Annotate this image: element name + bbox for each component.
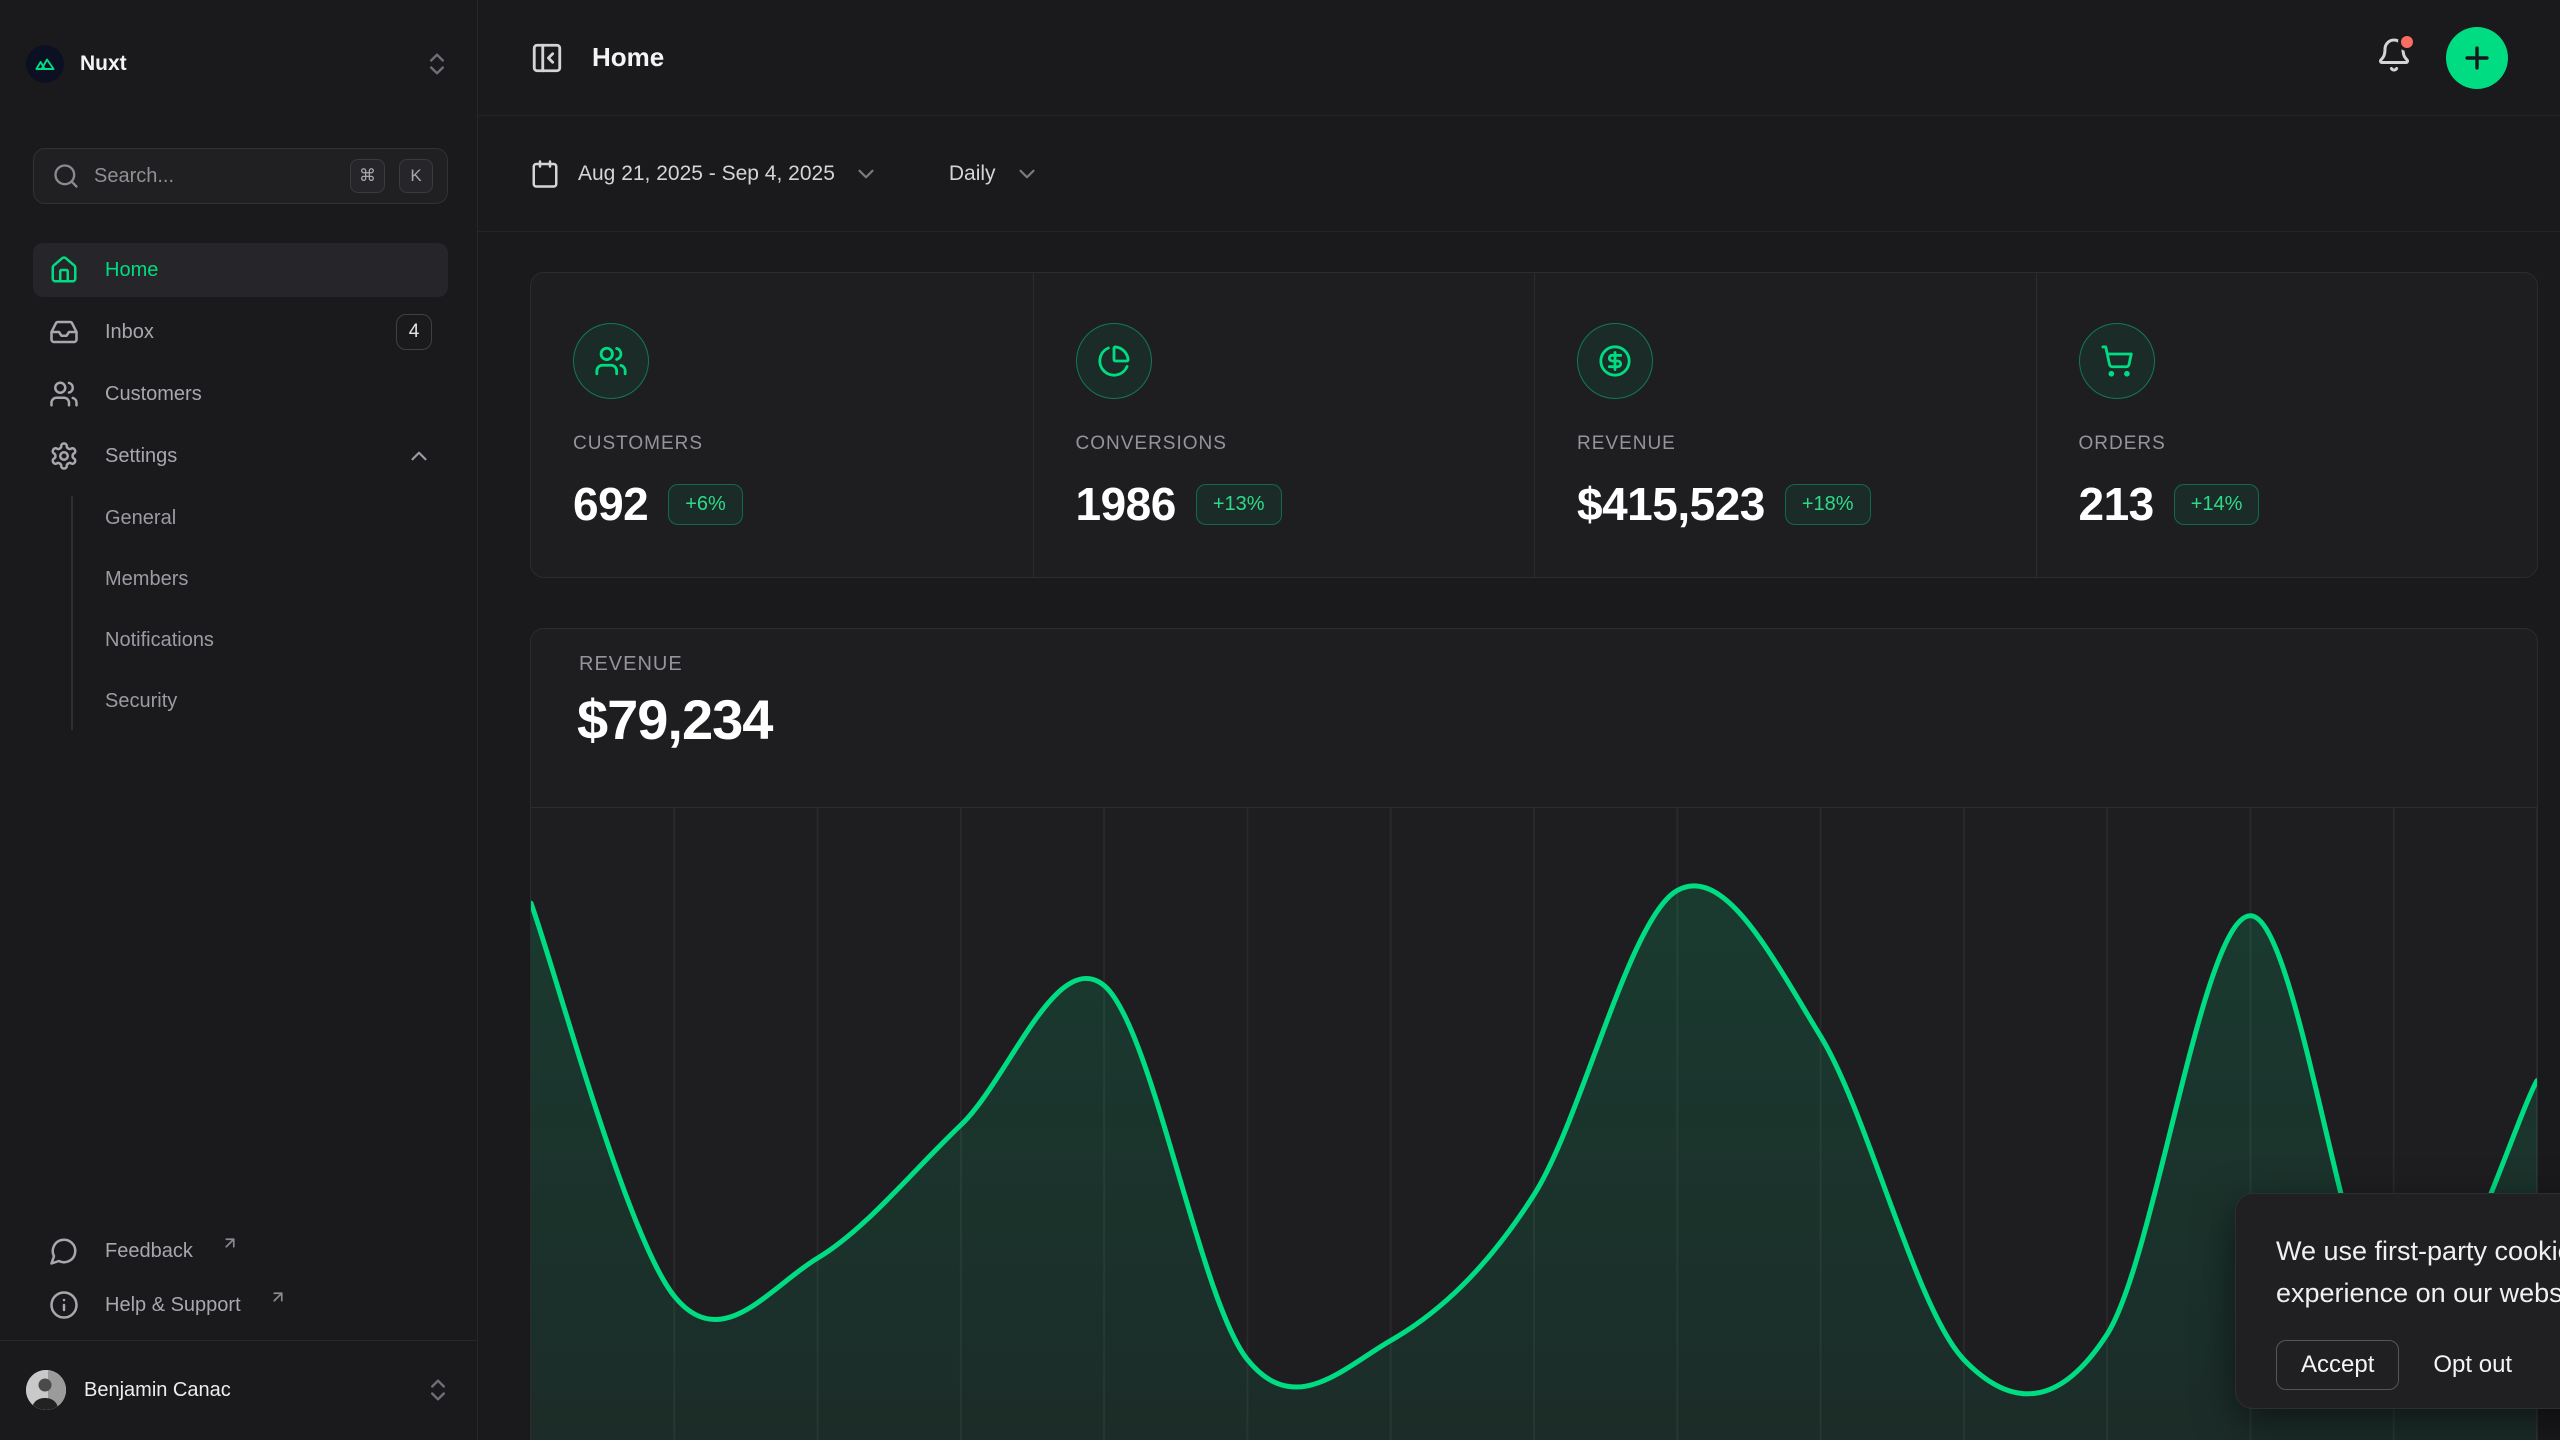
sub-item-label: Notifications: [105, 629, 214, 652]
feedback-link[interactable]: Feedback: [33, 1224, 448, 1278]
help-support-link[interactable]: Help & Support: [33, 1278, 448, 1332]
page-title: Home: [592, 42, 664, 73]
stat-revenue[interactable]: REVENUE $415,523 +18%: [1534, 273, 2036, 577]
cookie-message: We use first-party cookies to enhance yo…: [2276, 1230, 2560, 1314]
sidebar-nav: Home Inbox 4 Customers Settings: [33, 243, 448, 483]
avatar: [26, 1370, 66, 1410]
sidebar-item-label: Settings: [105, 445, 380, 468]
sidebar-item-settings[interactable]: Settings: [33, 429, 448, 483]
sidebar-item-label: Home: [105, 259, 432, 282]
add-button[interactable]: [2446, 27, 2508, 89]
accept-button[interactable]: Accept: [2276, 1340, 2399, 1390]
stat-value: 1986: [1076, 477, 1176, 531]
users-stat-icon: [573, 323, 649, 399]
sidebar-footer: Feedback Help & Support: [33, 1224, 448, 1332]
chevron-down-icon: [1014, 161, 1040, 187]
sidebar-item-members[interactable]: Members: [33, 553, 448, 605]
stat-delta-badge: +6%: [668, 484, 743, 525]
date-range-label: Aug 21, 2025 - Sep 4, 2025: [578, 162, 835, 186]
team-name: Nuxt: [80, 52, 127, 76]
revenue-label: REVENUE: [579, 653, 683, 676]
external-link-icon: [221, 1234, 239, 1252]
search-icon: [52, 162, 80, 190]
subnav-guide-line: [71, 496, 73, 730]
sidebar-item-notifications[interactable]: Notifications: [33, 614, 448, 666]
user-menu[interactable]: Benjamin Canac: [26, 1358, 452, 1422]
settings-subnav: General Members Notifications Security: [33, 492, 448, 736]
revenue-value: $79,234: [577, 687, 772, 752]
page-header: Home: [478, 0, 2560, 116]
gear-icon: [49, 441, 79, 471]
kbd-k: K: [399, 159, 433, 193]
stat-delta-badge: +18%: [1785, 484, 1871, 525]
stat-label: CUSTOMERS: [573, 433, 1033, 455]
inbox-count-badge: 4: [396, 314, 432, 350]
kbd-meta: ⌘: [350, 159, 385, 193]
sub-item-label: General: [105, 507, 176, 530]
granularity-select[interactable]: Daily: [949, 161, 1040, 187]
granularity-label: Daily: [949, 162, 996, 186]
opt-out-button[interactable]: Opt out: [2433, 1351, 2512, 1379]
plus-icon: [2460, 41, 2494, 75]
sub-item-label: Security: [105, 690, 177, 713]
search-input[interactable]: Search... ⌘ K: [33, 148, 448, 204]
sidebar-item-security[interactable]: Security: [33, 675, 448, 727]
panel-collapse-icon[interactable]: [530, 41, 564, 75]
stat-label: ORDERS: [2079, 433, 2538, 455]
sidebar-item-customers[interactable]: Customers: [33, 367, 448, 421]
stat-conversions[interactable]: CONVERSIONS 1986 +13%: [1033, 273, 1535, 577]
message-circle-icon: [49, 1236, 79, 1266]
sidebar-divider: [0, 1340, 478, 1341]
calendar-icon: [530, 159, 560, 189]
nuxt-logo-icon: [26, 45, 64, 83]
stat-label: REVENUE: [1577, 433, 2036, 455]
external-link-icon: [269, 1288, 287, 1306]
notifications-button[interactable]: [2376, 37, 2412, 78]
inbox-icon: [49, 317, 79, 347]
help-support-label: Help & Support: [105, 1294, 241, 1317]
stat-delta-badge: +13%: [1196, 484, 1282, 525]
stat-value: $415,523: [1577, 477, 1765, 531]
feedback-label: Feedback: [105, 1240, 193, 1263]
filters-toolbar: Aug 21, 2025 - Sep 4, 2025 Daily: [478, 116, 2560, 232]
users-icon: [49, 379, 79, 409]
sidebar: Nuxt Search... ⌘ K Home Inbox 4: [0, 0, 478, 1440]
date-range-picker[interactable]: Aug 21, 2025 - Sep 4, 2025: [530, 159, 879, 189]
main-area: Home Aug 21, 2025 - Sep 4, 2025: [478, 0, 2560, 1440]
stat-orders[interactable]: ORDERS 213 +14%: [2036, 273, 2538, 577]
stat-delta-badge: +14%: [2174, 484, 2260, 525]
search-placeholder: Search...: [94, 165, 336, 188]
team-selector[interactable]: Nuxt: [26, 36, 451, 92]
sidebar-item-inbox[interactable]: Inbox 4: [33, 305, 448, 359]
circle-dollar-icon: [1577, 323, 1653, 399]
chevron-down-icon: [853, 161, 879, 187]
chevrons-up-down-icon: [424, 1376, 452, 1404]
house-icon: [49, 255, 79, 285]
notification-dot: [2398, 33, 2416, 51]
user-name: Benjamin Canac: [84, 1379, 406, 1402]
sidebar-item-general[interactable]: General: [33, 492, 448, 544]
shopping-cart-icon: [2079, 323, 2155, 399]
sidebar-item-label: Inbox: [105, 321, 370, 344]
pie-chart-icon: [1076, 323, 1152, 399]
stats-card: CUSTOMERS 692 +6% CONVERSIONS 1986 +13% …: [530, 272, 2538, 578]
cookie-banner: We use first-party cookies to enhance yo…: [2235, 1193, 2560, 1409]
chevron-up-icon: [406, 443, 432, 469]
chevrons-up-down-icon: [423, 50, 451, 78]
stat-label: CONVERSIONS: [1076, 433, 1535, 455]
sidebar-item-home[interactable]: Home: [33, 243, 448, 297]
stat-customers[interactable]: CUSTOMERS 692 +6%: [531, 273, 1033, 577]
stat-value: 692: [573, 477, 648, 531]
stat-value: 213: [2079, 477, 2154, 531]
sidebar-item-label: Customers: [105, 383, 432, 406]
sub-item-label: Members: [105, 568, 188, 591]
info-circle-icon: [49, 1290, 79, 1320]
